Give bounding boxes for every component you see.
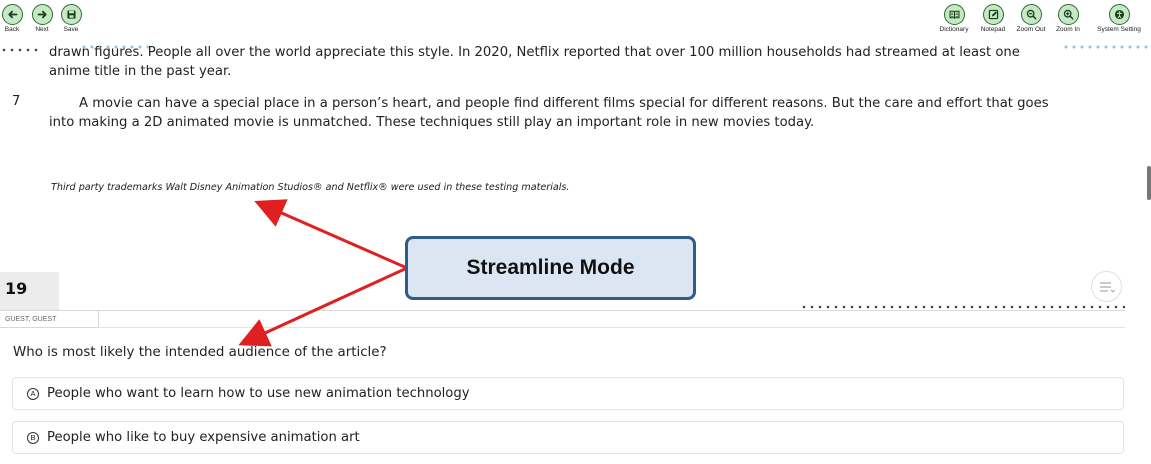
menu-icon <box>1099 281 1115 293</box>
notepad-icon <box>982 4 1004 25</box>
paragraph-7-line-1: A movie can have a special place in a pe… <box>79 96 1049 111</box>
zoom-in-button[interactable]: Zoom In <box>1045 4 1091 36</box>
arrow-to-passage <box>254 199 408 270</box>
question-divider-secondary <box>99 327 1125 328</box>
question-number: 19 <box>5 279 28 298</box>
zoom-in-label: Zoom In <box>1056 26 1080 33</box>
next-label: Next <box>35 26 49 33</box>
answer-option-b[interactable]: B People who like to buy expensive anima… <box>12 421 1124 454</box>
book-icon <box>943 4 965 25</box>
paragraph-number: 7 <box>12 94 21 109</box>
answer-option-a[interactable]: A People who want to learn how to use ne… <box>12 377 1124 410</box>
question-divider <box>0 310 1125 311</box>
zoom-in-icon <box>1057 4 1079 25</box>
arrow-to-question <box>238 266 408 347</box>
scrollbar-thumb[interactable] <box>1147 166 1151 200</box>
trademark-notice: Third party trademarks Walt Disney Anima… <box>51 182 570 193</box>
dictionary-label: Dictionary <box>939 26 969 33</box>
zoom-out-icon <box>1020 4 1042 25</box>
question-menu-button[interactable] <box>1091 271 1122 302</box>
passage-partial-line: drawn figures. People all over the world… <box>49 45 1020 60</box>
back-label: Back <box>4 26 20 33</box>
system-settings-button[interactable]: System Setting <box>1096 4 1142 36</box>
system-settings-label: System Setting <box>1097 26 1141 33</box>
dotted-border-left <box>0 48 40 52</box>
dotted-divider <box>800 305 1125 309</box>
question-prompt: Who is most likely the intended audience… <box>13 345 387 360</box>
option-a-letter: A <box>27 387 39 400</box>
notepad-label: Notepad <box>980 26 1006 33</box>
option-b-letter: B <box>27 431 39 444</box>
streamline-mode-callout: Streamline Mode <box>405 236 696 300</box>
option-a-text: People who want to learn how to use new … <box>47 386 470 401</box>
toolbar: Back Next Save Dictionary Notepad Zoom O… <box>0 0 1151 40</box>
paragraph-7-line-2: into making a 2D animated movie is unmat… <box>49 115 815 130</box>
save-label: Save <box>63 26 79 33</box>
zoom-out-label: Zoom Out <box>1016 26 1046 33</box>
option-b-text: People who like to buy expensive animati… <box>47 430 360 445</box>
passage-line: anime title in the past year. <box>49 64 232 79</box>
accessibility-icon <box>1108 4 1130 25</box>
save-button[interactable]: Save <box>48 4 94 36</box>
user-name: GUEST, GUEST <box>0 311 99 328</box>
save-icon <box>60 4 82 25</box>
